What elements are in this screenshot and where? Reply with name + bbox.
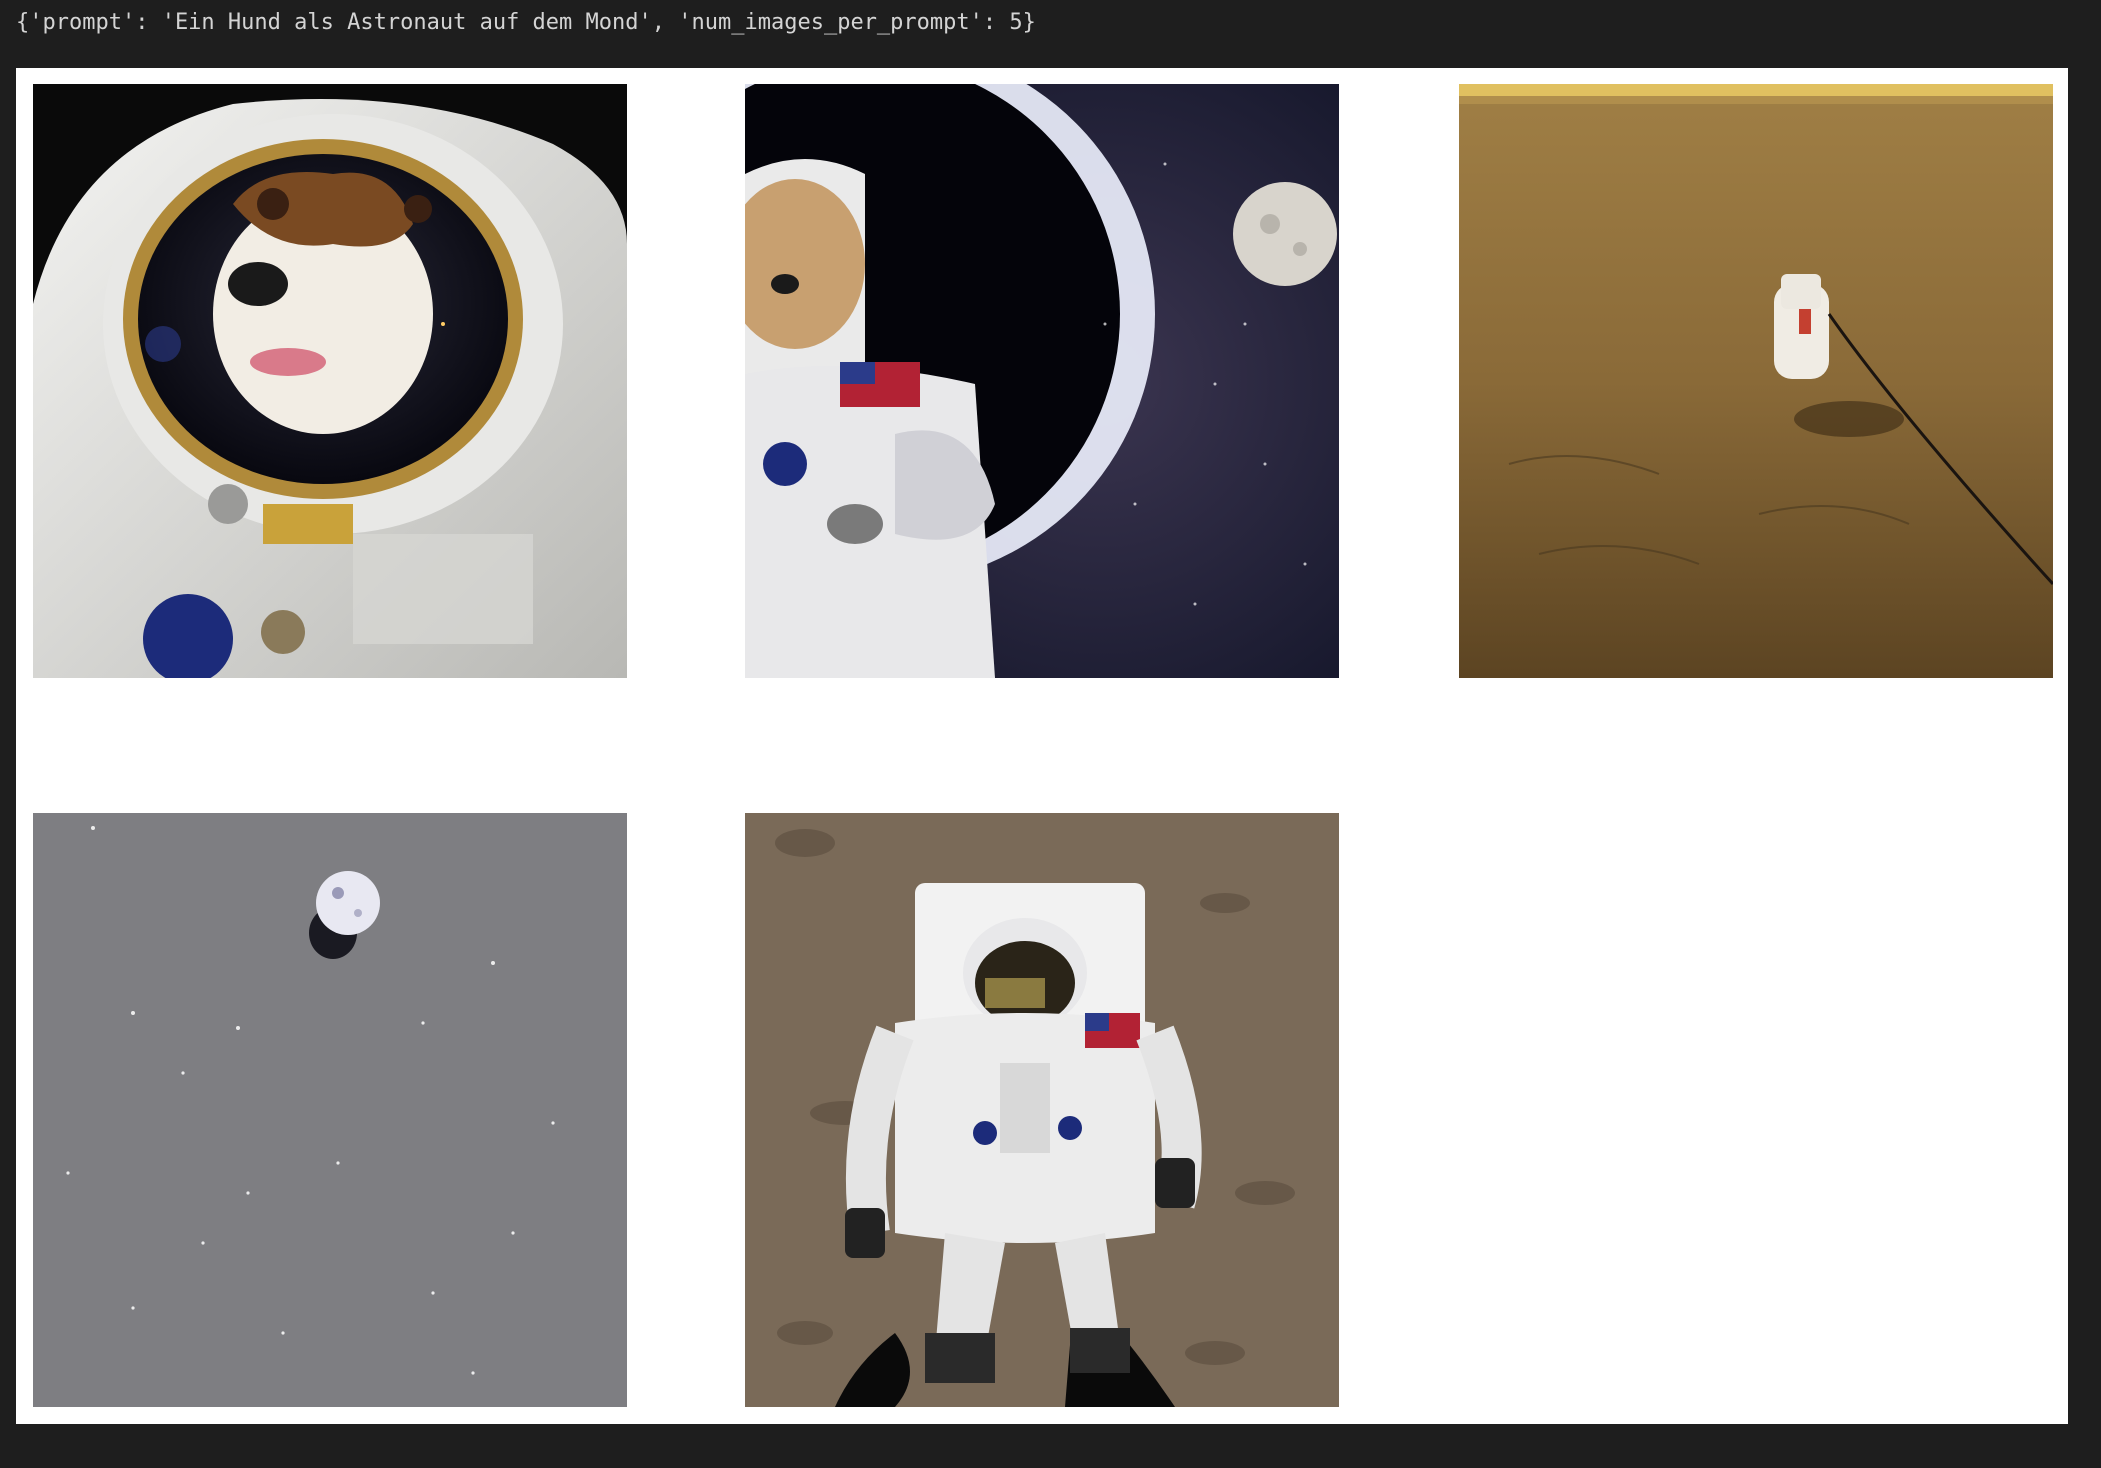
generated-image-3 (1459, 84, 2053, 678)
cell-output-text: {'prompt': 'Ein Hund als Astronaut auf d… (16, 10, 1036, 35)
generated-image-4 (33, 813, 627, 1407)
generated-image-2 (745, 84, 1339, 678)
generated-image-5 (745, 813, 1339, 1407)
image-grid-figure (16, 68, 2068, 1424)
generated-image-1 (33, 84, 627, 678)
